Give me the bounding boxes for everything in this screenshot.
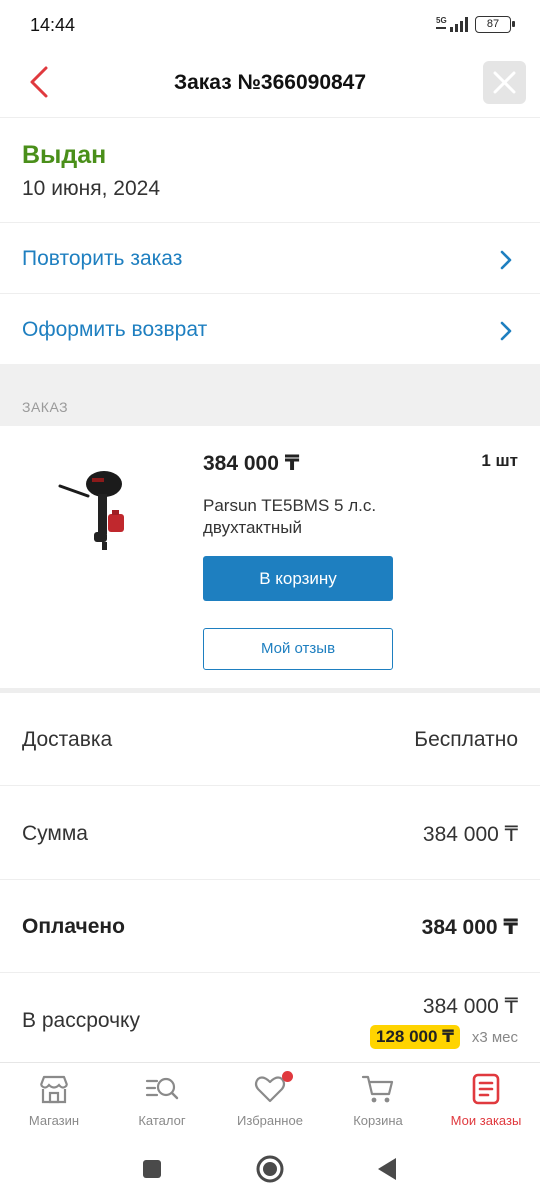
system-nav-bar (0, 1140, 540, 1200)
paid-label: Оплачено (22, 915, 125, 938)
outboard-motor-image[interactable] (56, 462, 140, 558)
order-status-block: Выдан 10 июня, 2024 (0, 119, 540, 223)
item-price: 384 000 ₸ (203, 452, 300, 475)
delivery-row: Доставка Бесплатно (0, 693, 540, 786)
network-label: 5G (436, 16, 447, 25)
order-status: Выдан (22, 141, 107, 169)
tab-label: Мои заказы (450, 1113, 522, 1128)
return-order-label: Оформить возврат (22, 318, 208, 341)
repeat-order-label: Повторить заказ (22, 247, 183, 270)
order-item: 384 000 ₸ 1 шт Parsun TE5BMS 5 л.с. двух… (0, 426, 540, 690)
signal-icon: 5G (436, 16, 468, 32)
my-review-button[interactable]: Мой отзыв (203, 628, 393, 670)
recents-icon[interactable] (137, 1154, 167, 1184)
tab-label: Магазин (28, 1113, 80, 1128)
close-icon (493, 71, 516, 94)
sum-label: Сумма (22, 822, 88, 845)
cart-icon (361, 1075, 394, 1103)
installment-label: В рассрочку (22, 1009, 140, 1032)
order-date: 10 июня, 2024 (22, 177, 161, 200)
tab-favorites[interactable]: Избранное (216, 1063, 324, 1141)
tab-label: Каталог (138, 1113, 186, 1128)
section-label: ЗАКАЗ (22, 399, 69, 415)
tab-shop[interactable]: Магазин (0, 1063, 108, 1141)
bottom-tab-bar: Магазин Каталог Избранное Корзина Мои за… (0, 1062, 540, 1140)
installment-row: В рассрочку 384 000 ₸ 128 000 ₸ x3 мес (0, 974, 540, 1062)
notification-dot (282, 1071, 293, 1082)
installment-monthly-badge: 128 000 ₸ (370, 1025, 461, 1049)
repeat-order-row[interactable]: Повторить заказ (0, 224, 540, 294)
battery-icon: 87 (475, 16, 515, 33)
back-nav-icon[interactable] (372, 1154, 402, 1184)
close-button[interactable] (483, 61, 526, 104)
item-quantity: 1 шт (481, 451, 518, 470)
delivery-value: Бесплатно (414, 728, 518, 751)
sum-value: 384 000 ₸ (422, 823, 518, 846)
status-bar: 14:44 5G 87 (0, 0, 540, 50)
orders-icon (472, 1073, 500, 1105)
sum-row: Сумма 384 000 ₸ (0, 787, 540, 880)
tab-catalog[interactable]: Каталог (108, 1063, 216, 1141)
chevron-right-icon (500, 250, 512, 270)
item-name[interactable]: Parsun TE5BMS 5 л.с. двухтактный (203, 495, 433, 539)
tab-cart[interactable]: Корзина (324, 1063, 432, 1141)
add-to-cart-button[interactable]: В корзину (203, 556, 393, 601)
header: Заказ №366090847 (0, 50, 540, 118)
shop-icon (39, 1075, 69, 1104)
installment-value: 384 000 ₸ (422, 995, 518, 1018)
tab-label: Избранное (237, 1113, 303, 1128)
return-order-row[interactable]: Оформить возврат (0, 295, 540, 365)
tab-label: Корзина (353, 1113, 403, 1128)
delivery-label: Доставка (22, 728, 113, 751)
catalog-search-icon (145, 1077, 179, 1100)
chevron-right-icon (500, 321, 512, 341)
page-title: Заказ №366090847 (173, 71, 367, 94)
paid-value: 384 000 ₸ (421, 916, 518, 939)
home-icon[interactable] (255, 1154, 285, 1184)
status-time: 14:44 (30, 15, 76, 35)
tab-my-orders[interactable]: Мои заказы (432, 1063, 540, 1141)
installment-term: x3 мес (471, 1029, 518, 1046)
paid-row: Оплачено 384 000 ₸ (0, 880, 540, 973)
section-header: ЗАКАЗ (0, 364, 540, 426)
